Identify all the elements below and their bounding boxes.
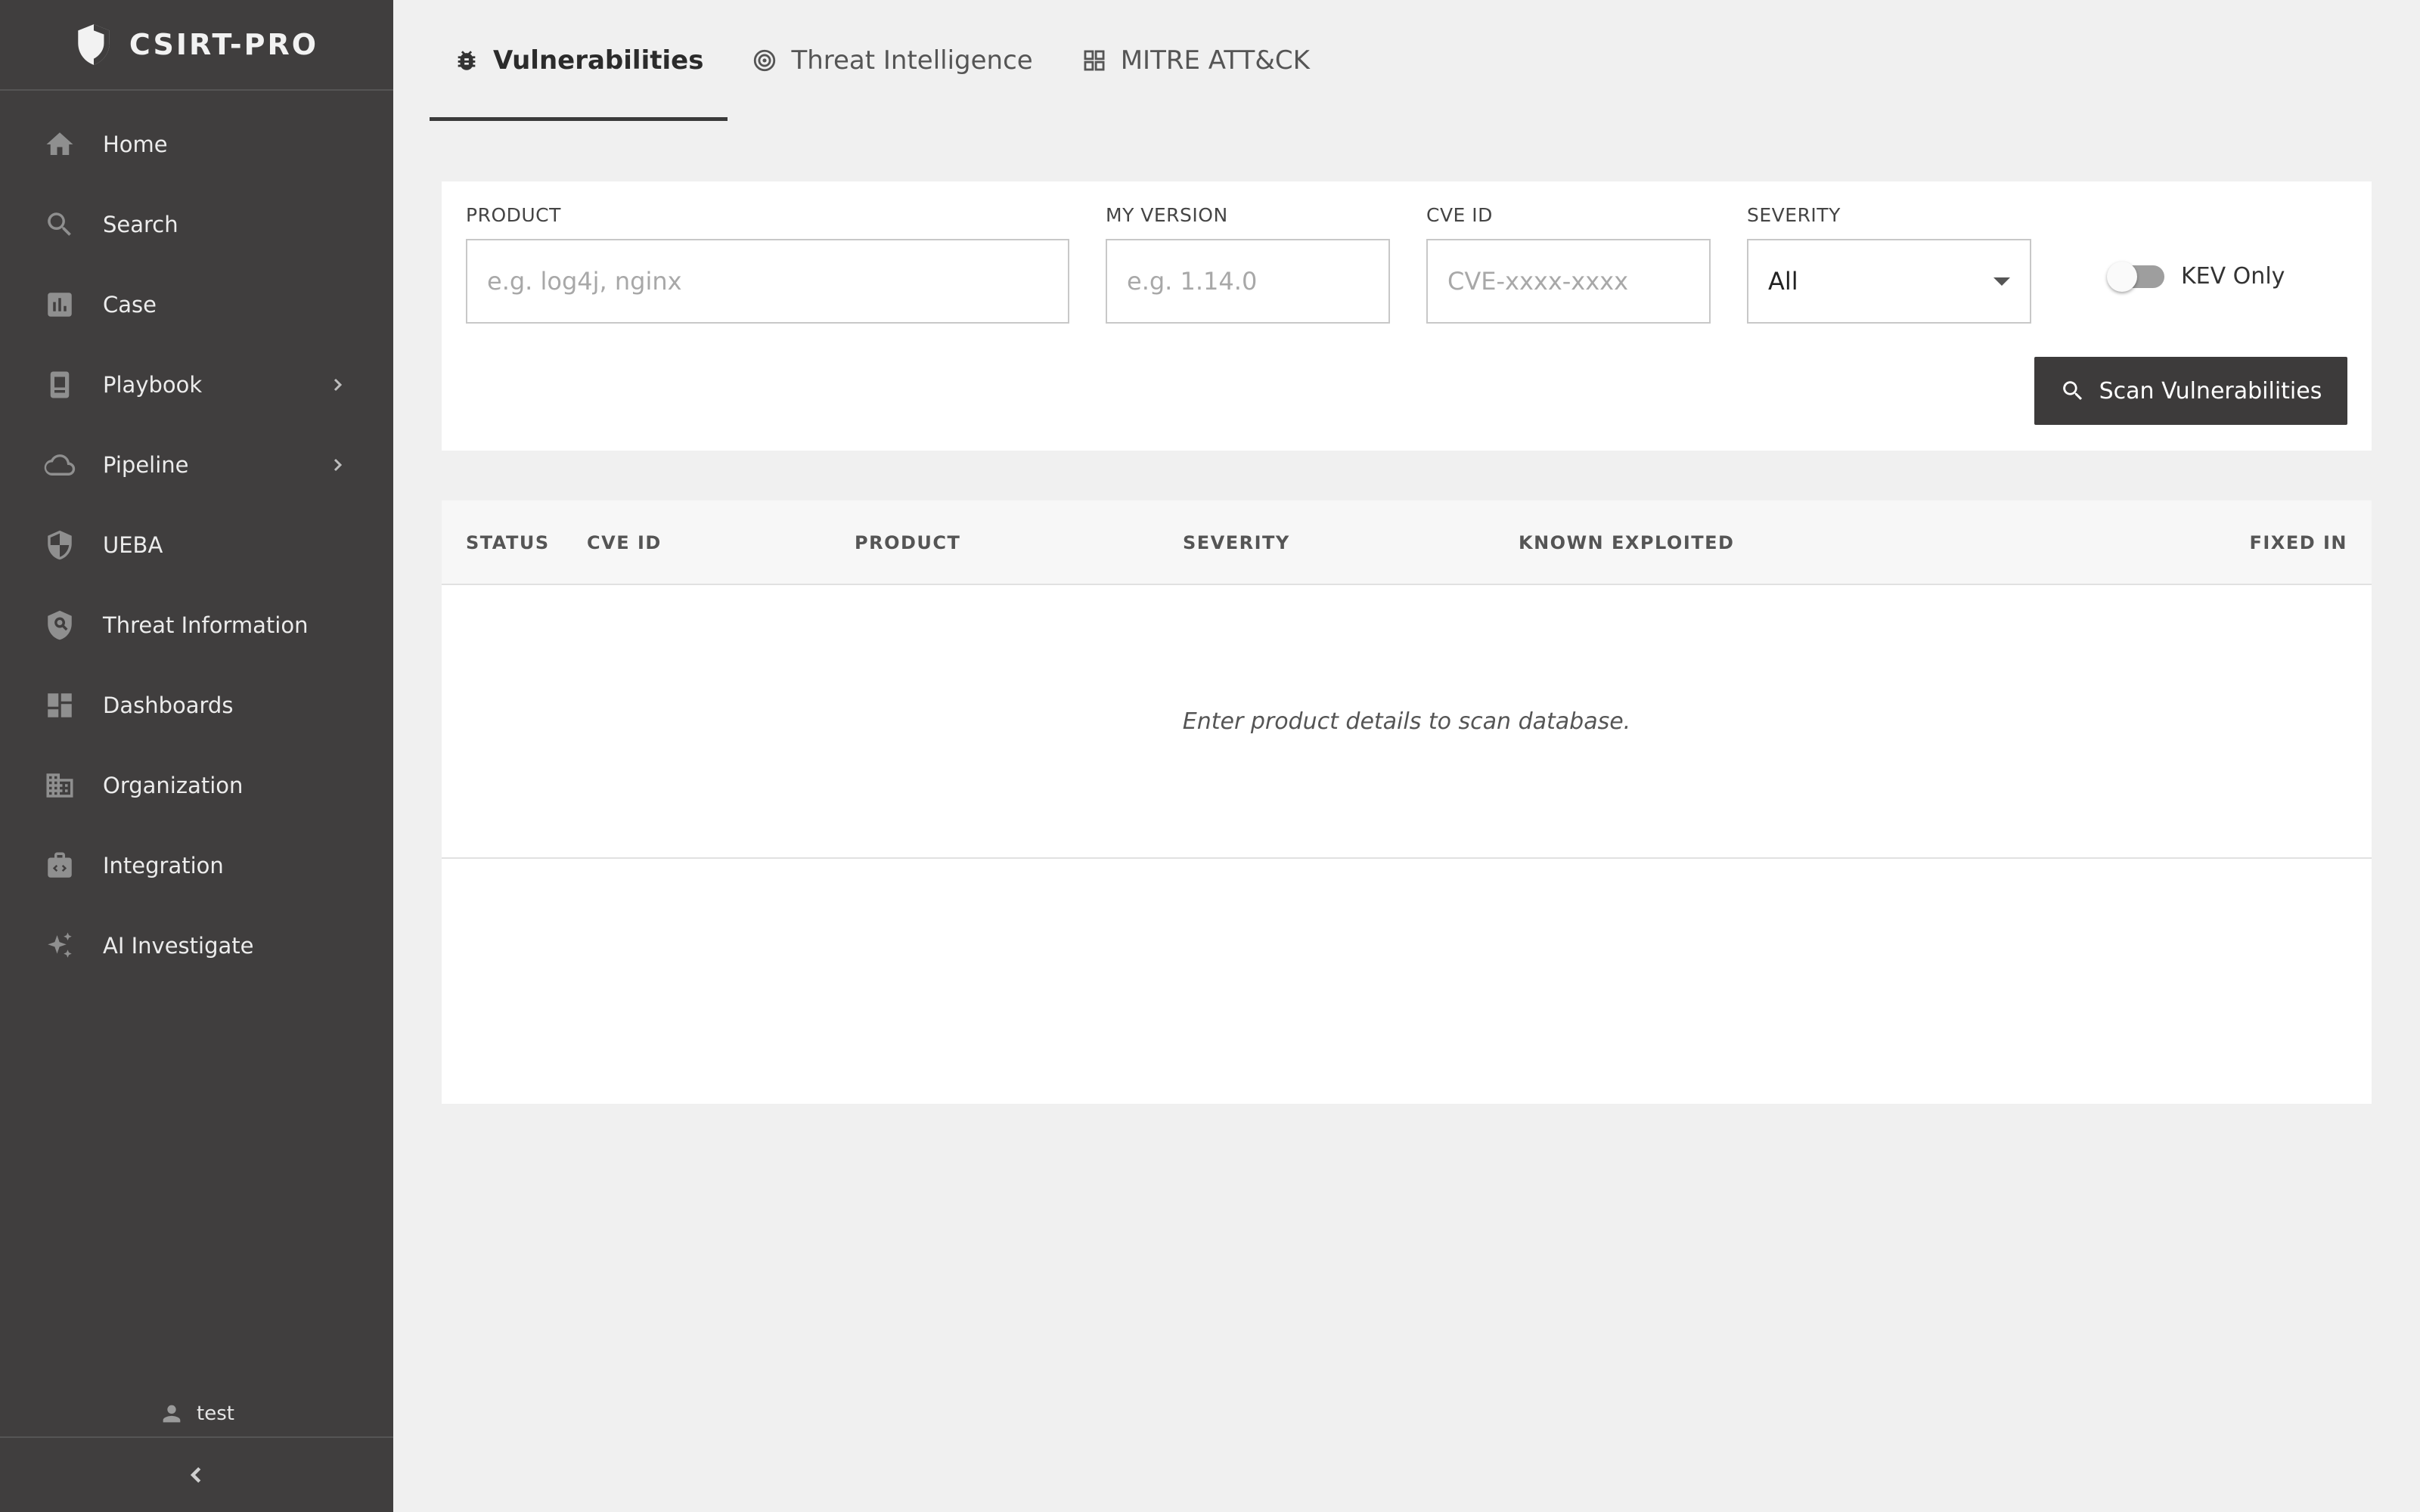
severity-field: SEVERITY All bbox=[1747, 204, 2031, 324]
search-icon bbox=[2062, 381, 2082, 401]
sidebar-item-label: AI Investigate bbox=[103, 933, 254, 959]
tab-mitre-attack[interactable]: MITRE ATT&CK bbox=[1057, 0, 1334, 121]
tab-bar: Vulnerabilities Threat Intelligence MITR… bbox=[430, 0, 1334, 121]
brand-name: CSIRT-PRO bbox=[129, 28, 319, 61]
book-icon bbox=[42, 367, 77, 402]
sidebar-item-label: Threat Information bbox=[103, 612, 309, 638]
sidebar-item-pipeline[interactable]: Pipeline bbox=[0, 425, 393, 505]
column-header-product[interactable]: PRODUCT bbox=[855, 500, 960, 585]
sidebar-item-integration[interactable]: Integration bbox=[0, 826, 393, 906]
scan-vulnerabilities-button[interactable]: Scan Vulnerabilities bbox=[2034, 357, 2347, 425]
sidebar-item-ai-investigate[interactable]: AI Investigate bbox=[0, 906, 393, 986]
column-header-fixed-in[interactable]: FIXED IN bbox=[2249, 500, 2347, 585]
vulnerability-results-table: STATUS CVE ID PRODUCT SEVERITY KNOWN EXP… bbox=[442, 500, 2372, 1104]
sidebar-item-label: Pipeline bbox=[103, 452, 189, 478]
vulnerability-filter-panel: PRODUCT MY VERSION CVE ID SEVERITY All K… bbox=[442, 181, 2372, 451]
column-header-cve-id[interactable]: CVE ID bbox=[587, 500, 662, 585]
product-field: PRODUCT bbox=[466, 204, 1069, 324]
building-icon bbox=[42, 768, 77, 803]
brand[interactable]: CSIRT-PRO bbox=[0, 0, 393, 91]
severity-label: SEVERITY bbox=[1747, 204, 1841, 226]
shield-logo-icon bbox=[78, 24, 110, 65]
tab-threat-intelligence[interactable]: Threat Intelligence bbox=[728, 0, 1056, 121]
home-icon bbox=[42, 127, 77, 162]
sidebar-item-label: UEBA bbox=[103, 532, 163, 558]
caret-down-icon bbox=[1993, 277, 2010, 286]
sidebar-item-organization[interactable]: Organization bbox=[0, 745, 393, 826]
tab-label: Vulnerabilities bbox=[493, 45, 704, 76]
cve-id-input[interactable] bbox=[1426, 239, 1711, 324]
version-field: MY VERSION bbox=[1106, 204, 1390, 324]
bug-icon bbox=[458, 51, 476, 70]
user-icon bbox=[163, 1405, 181, 1423]
sidebar-item-label: Search bbox=[103, 212, 178, 237]
chevron-left-icon bbox=[190, 1467, 201, 1483]
toggle-knob bbox=[2107, 261, 2137, 292]
version-input[interactable] bbox=[1106, 239, 1390, 324]
sidebar-item-label: Case bbox=[103, 292, 157, 318]
shield-icon bbox=[42, 528, 77, 562]
user-profile[interactable]: test bbox=[0, 1391, 393, 1436]
bar-chart-icon bbox=[42, 287, 77, 322]
sidebar-item-playbook[interactable]: Playbook bbox=[0, 345, 393, 425]
sidebar-item-label: Integration bbox=[103, 853, 224, 878]
empty-state-message: Enter product details to scan database. bbox=[442, 585, 2372, 859]
grid-icon bbox=[1084, 50, 1105, 71]
column-header-severity[interactable]: SEVERITY bbox=[1183, 500, 1290, 585]
shield-search-icon bbox=[42, 608, 77, 643]
chevron-right-icon bbox=[328, 376, 346, 394]
kev-only-toggle-group: KEV Only bbox=[2107, 261, 2285, 292]
product-label: PRODUCT bbox=[466, 204, 561, 226]
kev-only-toggle[interactable] bbox=[2107, 261, 2164, 292]
sidebar-item-ueba[interactable]: UEBA bbox=[0, 505, 393, 585]
cve-id-field: CVE ID bbox=[1426, 204, 1711, 324]
sparkle-icon bbox=[42, 928, 77, 963]
sidebar-item-search[interactable]: Search bbox=[0, 184, 393, 265]
integration-icon bbox=[42, 848, 77, 883]
sidebar-item-dashboards[interactable]: Dashboards bbox=[0, 665, 393, 745]
tab-vulnerabilities[interactable]: Vulnerabilities bbox=[430, 0, 728, 121]
sidebar-item-label: Organization bbox=[103, 773, 244, 798]
sidebar: CSIRT-PRO Home Search Case Playbook Pipe… bbox=[0, 0, 393, 1512]
cloud-icon bbox=[42, 448, 77, 482]
collapse-sidebar-button[interactable] bbox=[0, 1436, 393, 1512]
search-icon bbox=[42, 207, 77, 242]
sidebar-item-case[interactable]: Case bbox=[0, 265, 393, 345]
column-header-status[interactable]: STATUS bbox=[466, 500, 550, 585]
target-icon bbox=[754, 49, 776, 72]
sidebar-item-label: Dashboards bbox=[103, 692, 234, 718]
tab-label: MITRE ATT&CK bbox=[1120, 45, 1310, 76]
sidebar-item-label: Home bbox=[103, 132, 168, 157]
sidebar-item-threat-information[interactable]: Threat Information bbox=[0, 585, 393, 665]
severity-select[interactable]: All bbox=[1747, 239, 2031, 324]
kev-only-label: KEV Only bbox=[2181, 263, 2285, 290]
sidebar-item-home[interactable]: Home bbox=[0, 104, 393, 184]
chevron-right-icon bbox=[328, 456, 346, 474]
column-header-known-exploited[interactable]: KNOWN EXPLOITED bbox=[1519, 500, 1734, 585]
cve-id-label: CVE ID bbox=[1426, 204, 1493, 226]
table-header: STATUS CVE ID PRODUCT SEVERITY KNOWN EXP… bbox=[442, 500, 2372, 585]
product-input[interactable] bbox=[466, 239, 1069, 324]
user-name: test bbox=[197, 1402, 234, 1425]
severity-select-value: All bbox=[1768, 267, 1798, 296]
scan-button-label: Scan Vulnerabilities bbox=[2099, 377, 2322, 404]
tab-label: Threat Intelligence bbox=[791, 45, 1033, 76]
sidebar-nav: Home Search Case Playbook Pipeline UEBA … bbox=[0, 91, 393, 986]
main-content: Vulnerabilities Threat Intelligence MITR… bbox=[393, 0, 2420, 1512]
version-label: MY VERSION bbox=[1106, 204, 1228, 226]
sidebar-item-label: Playbook bbox=[103, 372, 203, 398]
dashboard-icon bbox=[42, 688, 77, 723]
